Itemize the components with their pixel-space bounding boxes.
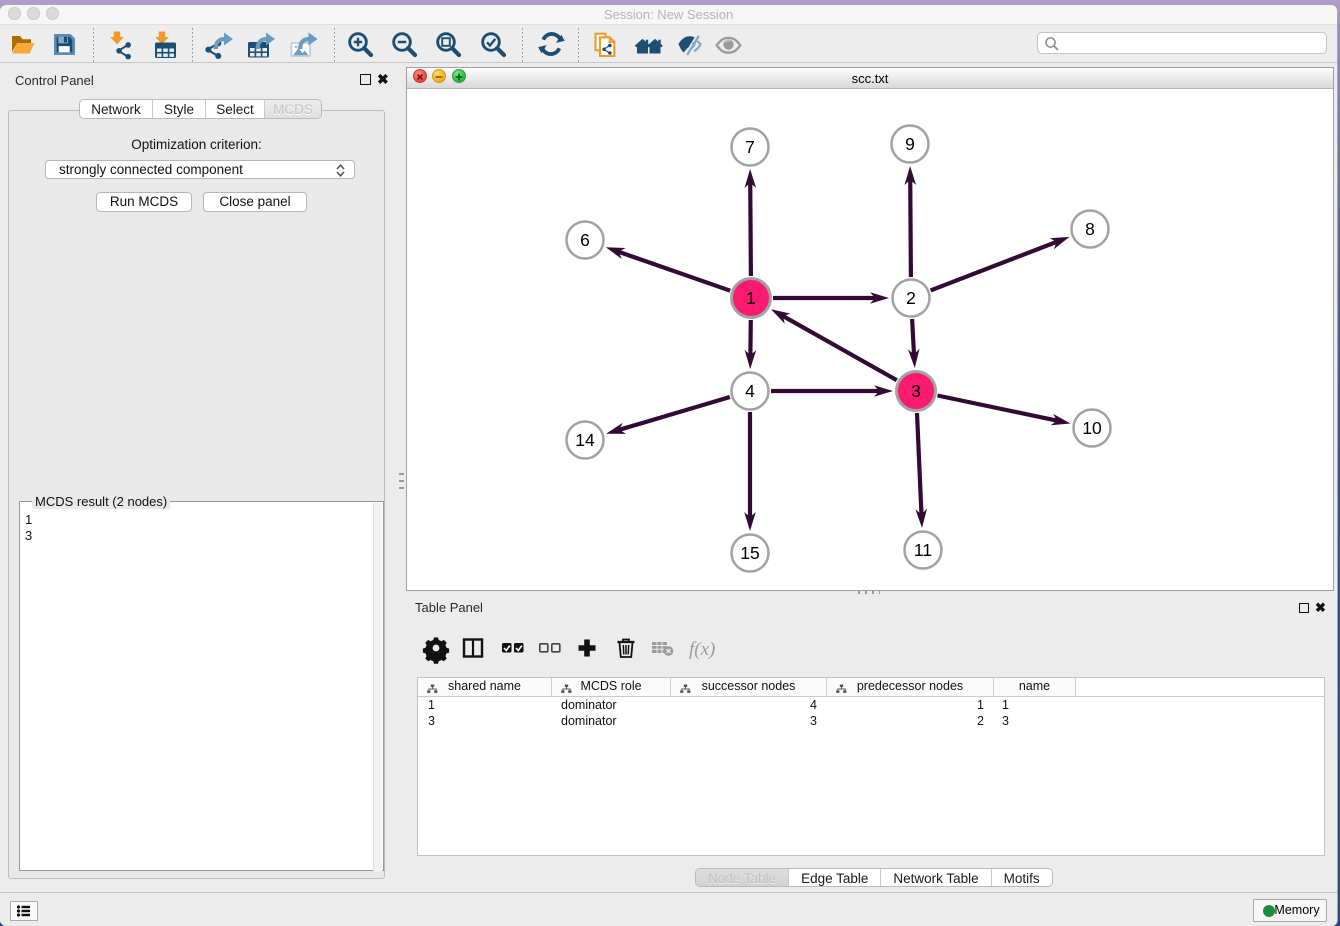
svg-text:15: 15 [740,543,759,563]
svg-text:f(x): f(x) [689,639,715,660]
svg-text:2: 2 [906,288,916,308]
svg-text:8: 8 [1085,219,1095,239]
svg-text:11: 11 [914,540,932,560]
svg-text:10: 10 [1082,418,1102,438]
svg-text:4: 4 [745,381,755,401]
svg-text:9: 9 [905,134,915,154]
svg-text:7: 7 [745,137,755,157]
svg-text:3: 3 [911,381,921,401]
svg-text:6: 6 [580,230,590,250]
svg-text:14: 14 [575,430,595,450]
svg-text:1: 1 [746,288,756,308]
